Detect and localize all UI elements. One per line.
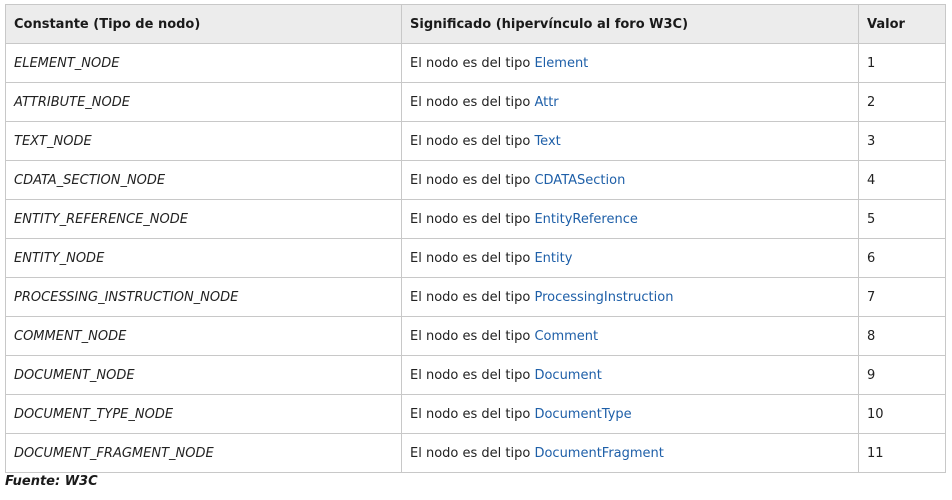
node-meaning-cell: El nodo es del tipo DocumentType [401, 394, 859, 434]
node-constant-cell: ELEMENT_NODE [5, 43, 402, 83]
w3c-type-link[interactable]: Entity [534, 251, 572, 266]
meaning-prefix-text: El nodo es del tipo [410, 55, 531, 71]
table-row: DOCUMENT_FRAGMENT_NODE El nodo es del tip… [5, 433, 946, 473]
table-row: DOCUMENT_NODE El nodo es del tipo Documen… [5, 355, 946, 395]
w3c-type-link[interactable]: Document [534, 368, 601, 383]
table-row: PROCESSING_INSTRUCTION_NODE El nodo es de… [5, 277, 946, 317]
node-meaning-cell: El nodo es del tipo Text [401, 121, 859, 161]
meaning-prefix-text: El nodo es del tipo [410, 367, 531, 383]
w3c-type-link[interactable]: Comment [534, 329, 598, 344]
node-meaning-cell: El nodo es del tipo CDATASection [401, 160, 859, 200]
node-constant-cell: DOCUMENT_FRAGMENT_NODE [5, 433, 402, 473]
node-value-cell: 7 [858, 277, 946, 317]
node-constant-cell: PROCESSING_INSTRUCTION_NODE [5, 277, 402, 317]
node-meaning-cell: El nodo es del tipo Element [401, 43, 859, 83]
w3c-type-link[interactable]: Element [534, 56, 588, 71]
node-value-cell: 9 [858, 355, 946, 395]
node-constant-cell: COMMENT_NODE [5, 316, 402, 356]
node-constant-cell: ENTITY_REFERENCE_NODE [5, 199, 402, 239]
table-row: ATTRIBUTE_NODE El nodo es del tipo Attr 2 [5, 82, 946, 122]
table-row: ENTITY_REFERENCE_NODE El nodo es del tipo… [5, 199, 946, 239]
node-value-cell: 8 [858, 316, 946, 356]
table-row: CDATA_SECTION_NODE El nodo es del tipo CD… [5, 160, 946, 200]
node-constant-cell: CDATA_SECTION_NODE [5, 160, 402, 200]
meaning-prefix-text: El nodo es del tipo [410, 250, 531, 266]
node-meaning-cell: El nodo es del tipo EntityReference [401, 199, 859, 239]
node-constant-cell: DOCUMENT_NODE [5, 355, 402, 395]
w3c-type-link[interactable]: EntityReference [534, 212, 637, 227]
header-meaning: Significado (hipervínculo al foro W3C) [401, 4, 859, 44]
meaning-prefix-text: El nodo es del tipo [410, 406, 531, 422]
node-value-cell: 3 [858, 121, 946, 161]
node-constant-cell: DOCUMENT_TYPE_NODE [5, 394, 402, 434]
w3c-type-link[interactable]: Text [534, 134, 560, 149]
table-row: COMMENT_NODE El nodo es del tipo Comment 8 [5, 316, 946, 356]
w3c-type-link[interactable]: DocumentFragment [534, 446, 663, 461]
node-meaning-cell: El nodo es del tipo Document [401, 355, 859, 395]
node-types-table-container: Constante (Tipo de nodo) Significado (hi… [5, 4, 946, 473]
table-row: ELEMENT_NODE El nodo es del tipo Element 1 [5, 43, 946, 83]
node-constant-cell: ENTITY_NODE [5, 238, 402, 278]
node-types-table: Constante (Tipo de nodo) Significado (hi… [5, 4, 946, 473]
node-value-cell: 2 [858, 82, 946, 122]
node-meaning-cell: El nodo es del tipo DocumentFragment [401, 433, 859, 473]
node-value-cell: 5 [858, 199, 946, 239]
source-caption: Fuente: W3C [5, 474, 98, 489]
node-value-cell: 10 [858, 394, 946, 434]
w3c-type-link[interactable]: Attr [534, 95, 558, 110]
meaning-prefix-text: El nodo es del tipo [410, 94, 531, 110]
node-value-cell: 11 [858, 433, 946, 473]
w3c-type-link[interactable]: DocumentType [534, 407, 631, 422]
node-value-cell: 4 [858, 160, 946, 200]
meaning-prefix-text: El nodo es del tipo [410, 328, 531, 344]
node-value-cell: 6 [858, 238, 946, 278]
node-meaning-cell: El nodo es del tipo Attr [401, 82, 859, 122]
meaning-prefix-text: El nodo es del tipo [410, 133, 531, 149]
node-meaning-cell: El nodo es del tipo Comment [401, 316, 859, 356]
node-constant-cell: TEXT_NODE [5, 121, 402, 161]
table-row: ENTITY_NODE El nodo es del tipo Entity 6 [5, 238, 946, 278]
meaning-prefix-text: El nodo es del tipo [410, 289, 531, 305]
table-header-row: Constante (Tipo de nodo) Significado (hi… [5, 4, 946, 44]
node-constant-cell: ATTRIBUTE_NODE [5, 82, 402, 122]
w3c-type-link[interactable]: ProcessingInstruction [534, 290, 673, 305]
meaning-prefix-text: El nodo es del tipo [410, 172, 531, 188]
node-value-cell: 1 [858, 43, 946, 83]
node-meaning-cell: El nodo es del tipo Entity [401, 238, 859, 278]
meaning-prefix-text: El nodo es del tipo [410, 445, 531, 461]
table-row: TEXT_NODE El nodo es del tipo Text 3 [5, 121, 946, 161]
header-constant: Constante (Tipo de nodo) [5, 4, 402, 44]
node-meaning-cell: El nodo es del tipo ProcessingInstructio… [401, 277, 859, 317]
table-row: DOCUMENT_TYPE_NODE El nodo es del tipo Do… [5, 394, 946, 434]
w3c-type-link[interactable]: CDATASection [534, 173, 625, 188]
meaning-prefix-text: El nodo es del tipo [410, 211, 531, 227]
header-value: Valor [858, 4, 946, 44]
